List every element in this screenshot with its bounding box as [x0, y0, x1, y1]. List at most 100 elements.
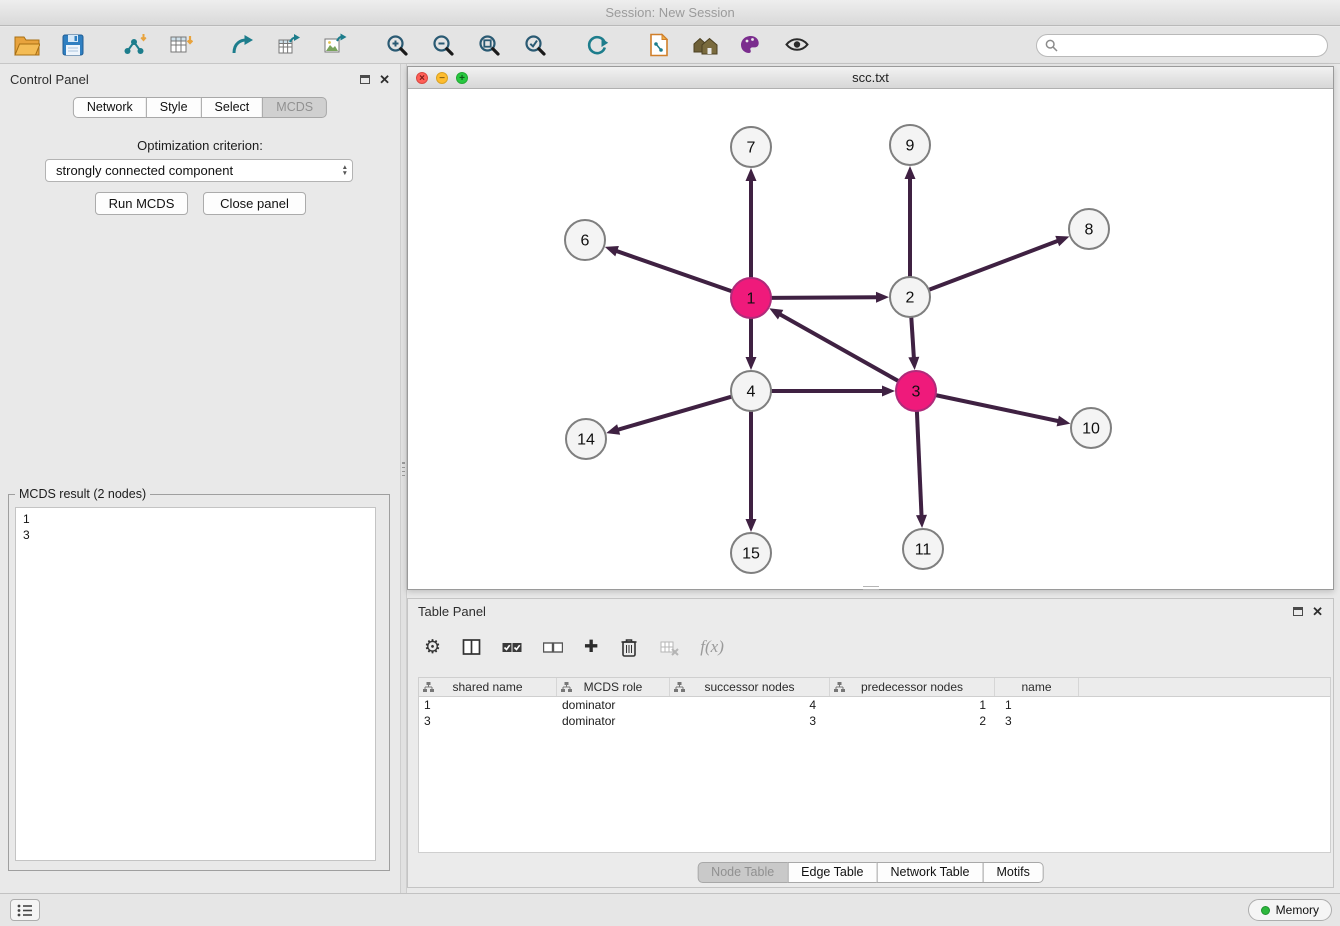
- column-header-mcds-role[interactable]: MCDS role: [557, 678, 670, 696]
- graph-edge-3-10[interactable]: [936, 395, 1060, 421]
- tab-network[interactable]: Network: [73, 97, 147, 118]
- columns-icon: [462, 638, 481, 656]
- network-snapshot-button[interactable]: [640, 29, 678, 61]
- import-table-button[interactable]: [162, 29, 200, 61]
- fx-icon: f(x): [700, 637, 724, 657]
- column-header-predecessor-nodes[interactable]: predecessor nodes: [830, 678, 995, 696]
- apply-style-button[interactable]: [732, 29, 770, 61]
- graph-edge-3-11[interactable]: [917, 411, 922, 517]
- column-header-shared-name[interactable]: shared name: [419, 678, 557, 696]
- document-network-icon: [647, 33, 671, 57]
- checked-boxes-icon: [502, 640, 522, 655]
- minimize-window-button[interactable]: −: [436, 72, 448, 84]
- column-header-name[interactable]: name: [995, 678, 1079, 696]
- deselect-all-rows-button[interactable]: [543, 640, 563, 655]
- cell-mcds-role[interactable]: dominator: [557, 713, 670, 729]
- tab-style[interactable]: Style: [146, 97, 202, 118]
- graph-arrowhead-4-15: [746, 519, 757, 532]
- memory-button[interactable]: Memory: [1248, 899, 1332, 921]
- tab-select[interactable]: Select: [201, 97, 264, 118]
- tab-motifs[interactable]: Motifs: [982, 862, 1043, 883]
- close-panel-button[interactable]: Close panel: [203, 192, 306, 215]
- save-session-button[interactable]: [54, 29, 92, 61]
- close-window-button[interactable]: ×: [416, 72, 428, 84]
- graph-edge-1-2[interactable]: [771, 297, 878, 298]
- zoom-fit-button[interactable]: [470, 29, 508, 61]
- mcds-result-list[interactable]: 1 3: [15, 507, 376, 861]
- panel-splitter[interactable]: [400, 64, 407, 893]
- mcds-result-item: 1: [23, 511, 368, 527]
- float-panel-icon[interactable]: [360, 75, 370, 84]
- select-all-rows-button[interactable]: [502, 640, 522, 655]
- table-row[interactable]: 3 dominator 3 2 3: [419, 713, 1330, 729]
- save-floppy-icon: [61, 33, 85, 57]
- mcds-result-title: MCDS result (2 nodes): [15, 487, 150, 501]
- zoom-out-icon: [431, 33, 455, 57]
- cell-name[interactable]: 1: [995, 697, 1079, 713]
- close-panel-icon[interactable]: ✕: [379, 73, 390, 86]
- graph-edge-2-8[interactable]: [929, 240, 1059, 290]
- window-resize-handle[interactable]: [863, 586, 879, 590]
- delete-table-button[interactable]: [660, 639, 679, 656]
- column-label: name: [1021, 680, 1051, 694]
- table-row[interactable]: 1 dominator 4 1 1: [419, 697, 1330, 713]
- tab-network-table[interactable]: Network Table: [877, 862, 984, 883]
- open-session-button[interactable]: [8, 29, 46, 61]
- unchecked-boxes-icon: [543, 640, 563, 655]
- cell-successor-nodes[interactable]: 4: [670, 697, 830, 713]
- search-input[interactable]: [1063, 38, 1319, 52]
- show-columns-button[interactable]: [462, 638, 481, 656]
- export-image-icon: [323, 33, 347, 57]
- zoom-window-button[interactable]: +: [456, 72, 468, 84]
- column-label: MCDS role: [584, 680, 643, 694]
- create-column-button[interactable]: ✚: [584, 637, 598, 657]
- criterion-dropdown[interactable]: strongly connected component ▲▼: [45, 159, 353, 182]
- control-panel-header: Control Panel ✕: [0, 64, 400, 94]
- delete-column-button[interactable]: [619, 637, 639, 657]
- tab-node-table[interactable]: Node Table: [697, 862, 788, 883]
- run-mcds-button[interactable]: Run MCDS: [95, 192, 188, 215]
- window-controls: × − +: [416, 72, 468, 84]
- open-folder-icon: [14, 33, 40, 57]
- graph-edge-3-1[interactable]: [779, 314, 899, 381]
- table-panel: Table Panel ✕ ⚙: [407, 598, 1334, 888]
- import-network-button[interactable]: [116, 29, 154, 61]
- graph-arrowhead-1-2: [876, 292, 889, 303]
- zoom-in-button[interactable]: [378, 29, 416, 61]
- export-image-button[interactable]: [316, 29, 354, 61]
- table-panel-header: Table Panel ✕: [408, 599, 1333, 623]
- graph-edge-1-6[interactable]: [615, 251, 732, 292]
- zoom-selected-button[interactable]: [516, 29, 554, 61]
- cell-predecessor-nodes[interactable]: 1: [830, 697, 995, 713]
- cell-mcds-role[interactable]: dominator: [557, 697, 670, 713]
- cell-name[interactable]: 3: [995, 713, 1079, 729]
- cell-predecessor-nodes[interactable]: 2: [830, 713, 995, 729]
- zoom-selected-icon: [523, 33, 547, 57]
- cell-shared-name[interactable]: 3: [419, 713, 557, 729]
- close-panel-icon[interactable]: ✕: [1312, 605, 1323, 618]
- search-icon: [1045, 39, 1058, 52]
- window-title: Session: New Session: [605, 5, 734, 20]
- tab-edge-table[interactable]: Edge Table: [787, 862, 877, 883]
- refresh-view-button[interactable]: [578, 29, 616, 61]
- export-table-button[interactable]: [270, 29, 308, 61]
- tab-mcds[interactable]: MCDS: [262, 97, 327, 118]
- graph-arrowhead-1-4: [746, 357, 757, 370]
- function-builder-button[interactable]: f(x): [700, 637, 724, 657]
- splitter-grip-icon[interactable]: [402, 462, 405, 476]
- column-header-successor-nodes[interactable]: successor nodes: [670, 678, 830, 696]
- graph-edge-2-3[interactable]: [911, 317, 914, 359]
- graph-edge-4-14[interactable]: [617, 397, 732, 430]
- zoom-out-button[interactable]: [424, 29, 462, 61]
- first-neighbors-button[interactable]: [686, 29, 724, 61]
- float-panel-icon[interactable]: [1293, 607, 1303, 616]
- cell-shared-name[interactable]: 1: [419, 697, 557, 713]
- graph-node-label-14: 14: [577, 432, 595, 449]
- table-settings-button[interactable]: ⚙: [424, 636, 441, 658]
- show-hide-graphics-button[interactable]: [778, 29, 816, 61]
- network-canvas[interactable]: 7968124314101511: [408, 89, 1333, 589]
- network-graph[interactable]: 7968124314101511: [408, 89, 1333, 589]
- task-history-button[interactable]: [10, 899, 40, 921]
- cell-successor-nodes[interactable]: 3: [670, 713, 830, 729]
- export-network-button[interactable]: [224, 29, 262, 61]
